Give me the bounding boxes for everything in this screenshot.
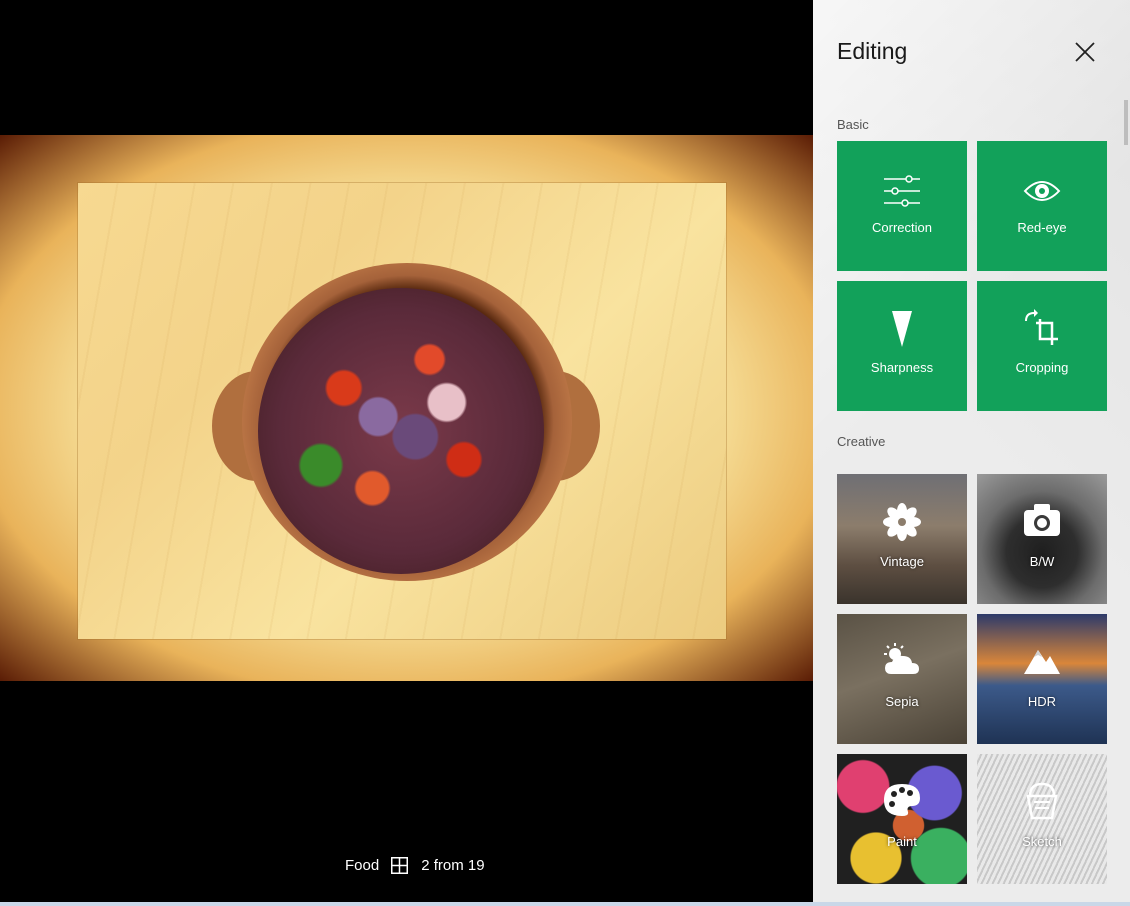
window-bottom-edge	[0, 902, 1130, 906]
tool-bw[interactable]: B/W	[977, 474, 1107, 604]
sharpness-icon	[837, 309, 967, 349]
close-icon	[1075, 42, 1095, 62]
eye-icon	[977, 175, 1107, 207]
editing-panel: Editing Basic Correction Red-eye Sharpne…	[813, 0, 1130, 906]
scrollbar[interactable]	[1124, 100, 1128, 145]
salad	[258, 288, 544, 574]
close-button[interactable]	[1071, 38, 1099, 66]
crop-icon	[977, 309, 1107, 349]
tool-sepia[interactable]: Sepia	[837, 614, 967, 744]
photo-viewer: Food 2 from 19	[0, 0, 813, 906]
tool-paint[interactable]: Paint	[837, 754, 967, 884]
tool-label: Cropping	[1015, 360, 1069, 375]
photo-caption: Food 2 from 19	[345, 855, 485, 875]
section-label-creative: Creative	[837, 434, 886, 449]
tool-label: Correction	[872, 220, 932, 235]
tool-label: B/W	[1029, 554, 1055, 569]
camera-icon	[977, 502, 1107, 538]
tool-cropping[interactable]: Cropping	[977, 281, 1107, 411]
tool-sketch[interactable]: Sketch	[977, 754, 1107, 884]
grid-icon[interactable]	[391, 856, 409, 874]
bucket-icon	[977, 782, 1107, 822]
flower-icon	[837, 502, 967, 542]
sliders-icon	[837, 175, 967, 207]
food-photo[interactable]	[0, 135, 813, 681]
palette-icon	[837, 782, 967, 818]
tool-label: Vintage	[880, 554, 924, 569]
tool-label: HDR	[1027, 694, 1057, 709]
tool-correction[interactable]: Correction	[837, 141, 967, 271]
tool-label: Paint	[887, 834, 917, 849]
tool-hdr[interactable]: HDR	[977, 614, 1107, 744]
panel-title: Editing	[837, 38, 908, 64]
tool-label: Red-eye	[1017, 220, 1067, 235]
tool-red-eye[interactable]: Red-eye	[977, 141, 1107, 271]
tool-label: Sharpness	[870, 360, 934, 375]
tool-vintage[interactable]: Vintage	[837, 474, 967, 604]
tool-label: Sepia	[885, 694, 919, 709]
photo-counter: 2 from 19	[421, 856, 485, 874]
section-label-basic: Basic	[837, 117, 869, 132]
tool-sharpness[interactable]: Sharpness	[837, 281, 967, 411]
tool-label: Sketch	[1022, 834, 1062, 849]
cloud-sun-icon	[837, 642, 967, 678]
mountain-icon	[977, 642, 1107, 678]
album-name[interactable]: Food	[345, 857, 379, 874]
